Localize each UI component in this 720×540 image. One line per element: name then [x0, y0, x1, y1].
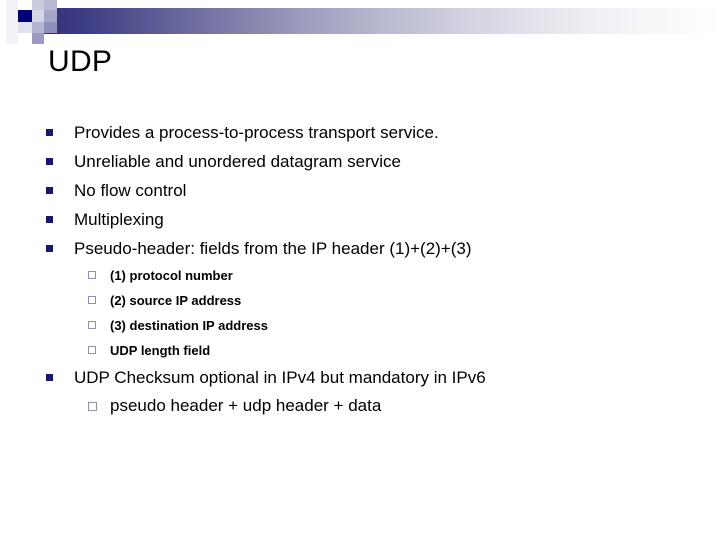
hollow-square-bullet-icon — [88, 346, 96, 354]
list-item: Pseudo-header: fields from the IP header… — [0, 234, 720, 263]
sub-list-item: UDP length field — [0, 338, 720, 363]
list-item: Multiplexing — [0, 205, 720, 234]
page-title: UDP — [48, 45, 113, 78]
list-item: UDP Checksum optional in IPv4 but mandat… — [0, 363, 720, 392]
main-bullet-list: Provides a process-to-process transport … — [0, 118, 720, 263]
square-bullet-icon — [46, 245, 53, 252]
square-dark-navy — [18, 10, 32, 22]
sub-list-item: (1) protocol number — [0, 263, 720, 288]
square-mid-4 — [32, 33, 44, 44]
square-bullet-icon — [46, 187, 53, 194]
sub-list-item: (3) destination IP address — [0, 313, 720, 338]
hollow-square-bullet-icon — [88, 402, 97, 411]
header-gradient-bar — [36, 8, 720, 34]
sub-list-item: (2) source IP address — [0, 288, 720, 313]
sub-bullet-text: (3) destination IP address — [110, 318, 268, 333]
sub-bullet-text: UDP length field — [110, 343, 211, 358]
closing-sub-bullet-list: pseudo header + udp header + data — [0, 392, 720, 420]
bullet-text: No flow control — [74, 181, 187, 200]
sub-bullet-text: (1) protocol number — [110, 268, 233, 283]
slide-header-band — [0, 0, 720, 44]
square-fade-left — [6, 0, 18, 44]
list-item: Provides a process-to-process transport … — [0, 118, 720, 147]
bullet-text: Pseudo-header: fields from the IP header… — [74, 239, 472, 258]
slide-body: Provides a process-to-process transport … — [0, 118, 720, 420]
bullet-text: Provides a process-to-process transport … — [74, 123, 439, 142]
square-bullet-icon — [46, 158, 53, 165]
hollow-square-bullet-icon — [88, 296, 96, 304]
square-bullet-icon — [46, 374, 53, 381]
square-light-2 — [44, 0, 57, 10]
sub-list-item: pseudo header + udp header + data — [0, 392, 720, 420]
square-mid-2 — [32, 22, 44, 33]
list-item: Unreliable and unordered datagram servic… — [0, 147, 720, 176]
list-item: No flow control — [0, 176, 720, 205]
square-mid-1 — [44, 10, 57, 22]
square-light-1 — [32, 0, 44, 10]
square-bullet-icon — [46, 129, 53, 136]
hollow-square-bullet-icon — [88, 321, 96, 329]
square-light-3 — [32, 10, 44, 22]
bullet-text: UDP Checksum optional in IPv4 but mandat… — [74, 368, 486, 387]
bullet-text: Unreliable and unordered datagram servic… — [74, 152, 401, 171]
square-light-4 — [18, 22, 32, 33]
sub-bullet-text: pseudo header + udp header + data — [110, 396, 382, 415]
closing-bullet-list: UDP Checksum optional in IPv4 but mandat… — [0, 363, 720, 392]
sub-bullet-text: (2) source IP address — [110, 293, 242, 308]
bullet-text: Multiplexing — [74, 210, 164, 229]
square-bullet-icon — [46, 216, 53, 223]
hollow-square-bullet-icon — [88, 271, 96, 279]
sub-bullet-list: (1) protocol number (2) source IP addres… — [0, 263, 720, 363]
square-mid-3 — [44, 22, 57, 33]
